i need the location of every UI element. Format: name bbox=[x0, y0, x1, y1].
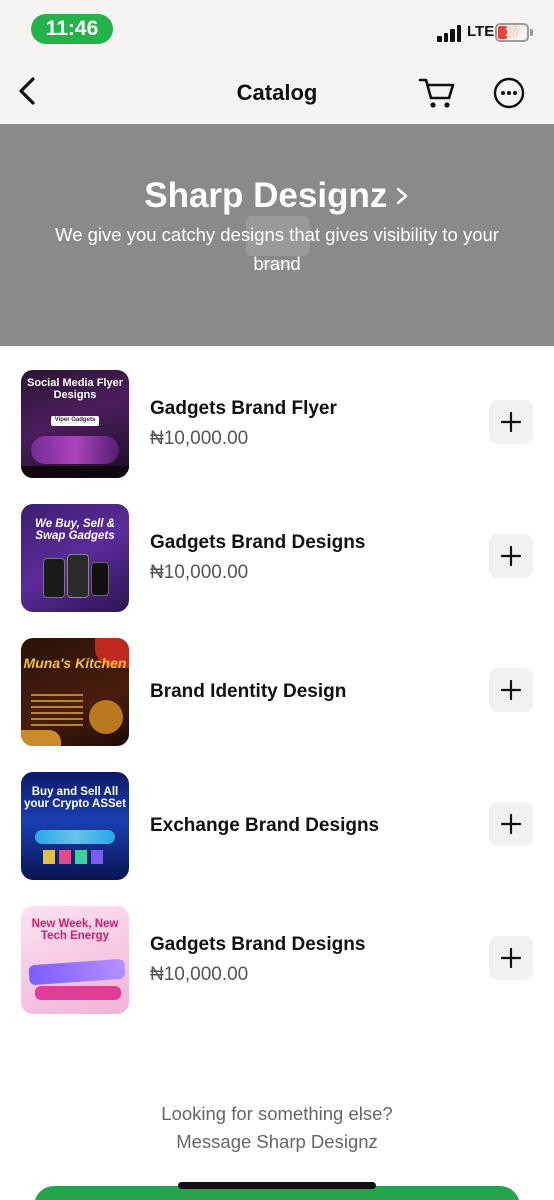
status-bar: 11:46 LTE 17 bbox=[0, 0, 554, 56]
product-item[interactable]: Muna's Kitchen Brand Identity Design bbox=[0, 614, 554, 748]
plus-icon bbox=[501, 546, 521, 566]
footer-question: Looking for something else? bbox=[161, 1103, 393, 1124]
product-item[interactable]: New Week, New Tech Energy Gadgets Brand … bbox=[0, 882, 554, 1016]
network-type: LTE bbox=[467, 23, 495, 40]
product-price: ₦10,000.00 bbox=[150, 428, 249, 449]
battery-level: 17 bbox=[504, 24, 520, 39]
plus-icon bbox=[501, 412, 521, 432]
battery-tip bbox=[530, 29, 533, 36]
thumbnail-text: We Buy, Sell & Swap Gadgets bbox=[35, 518, 115, 543]
add-to-cart-button[interactable] bbox=[489, 534, 533, 578]
add-to-cart-button[interactable] bbox=[489, 802, 533, 846]
banner-title-row[interactable]: Sharp Designz bbox=[0, 176, 554, 216]
product-thumbnail: Muna's Kitchen bbox=[21, 638, 129, 746]
business-description: We give you catchy designs that gives vi… bbox=[55, 224, 499, 274]
product-thumbnail: Buy and Sell All your Crypto ASSet bbox=[21, 772, 129, 880]
thumbnail-text: New Week, New Tech Energy bbox=[31, 918, 119, 943]
product-item[interactable]: Social Media Flyer Designs Viper Gadgets… bbox=[0, 346, 554, 480]
product-thumbnail: Social Media Flyer Designs Viper Gadgets bbox=[21, 370, 129, 478]
product-thumbnail: We Buy, Sell & Swap Gadgets bbox=[21, 504, 129, 612]
thumbnail-text: Buy and Sell All your Crypto ASSet bbox=[24, 786, 126, 811]
product-item[interactable]: We Buy, Sell & Swap Gadgets Gadgets Bran… bbox=[0, 480, 554, 614]
product-price: ₦10,000.00 bbox=[150, 562, 249, 583]
product-name[interactable]: Brand Identity Design bbox=[150, 681, 346, 703]
chevron-right-icon bbox=[396, 187, 408, 205]
more-options-button[interactable] bbox=[493, 77, 525, 109]
thumbnail-subtext: Viper Gadgets bbox=[54, 417, 96, 423]
nav-bar: Catalog bbox=[0, 56, 554, 124]
business-banner[interactable]: Sharp Designz We give you catchy designs… bbox=[0, 124, 554, 346]
product-name[interactable]: Exchange Brand Designs bbox=[150, 815, 379, 837]
plus-icon bbox=[501, 948, 521, 968]
status-time: 11:46 bbox=[31, 14, 113, 44]
product-name[interactable]: Gadgets Brand Designs bbox=[150, 532, 365, 554]
message-business-link[interactable]: Message Sharp Designz bbox=[0, 1131, 554, 1153]
product-thumbnail: New Week, New Tech Energy bbox=[21, 906, 129, 1014]
plus-icon bbox=[501, 680, 521, 700]
cart-button[interactable] bbox=[418, 76, 456, 110]
product-name[interactable]: Gadgets Brand Flyer bbox=[150, 398, 337, 420]
plus-icon bbox=[501, 814, 521, 834]
signal-strength-icon bbox=[437, 24, 463, 42]
add-to-cart-button[interactable] bbox=[489, 936, 533, 980]
product-price: ₦10,000.00 bbox=[150, 964, 249, 985]
add-to-cart-button[interactable] bbox=[489, 400, 533, 444]
home-indicator bbox=[178, 1182, 376, 1189]
thumbnail-text: Social Media Flyer Designs bbox=[27, 377, 123, 401]
more-horizontal-circle-icon bbox=[493, 77, 525, 109]
shopping-cart-icon bbox=[418, 78, 455, 108]
page-title: Catalog bbox=[236, 80, 318, 105]
business-name[interactable]: Sharp Designz bbox=[144, 176, 387, 216]
battery-icon: 17 bbox=[495, 23, 529, 42]
add-to-cart-button[interactable] bbox=[489, 668, 533, 712]
product-item[interactable]: Buy and Sell All your Crypto ASSet Excha… bbox=[0, 748, 554, 882]
product-name[interactable]: Gadgets Brand Designs bbox=[150, 934, 365, 956]
thumbnail-text: Muna's Kitchen bbox=[23, 655, 127, 671]
